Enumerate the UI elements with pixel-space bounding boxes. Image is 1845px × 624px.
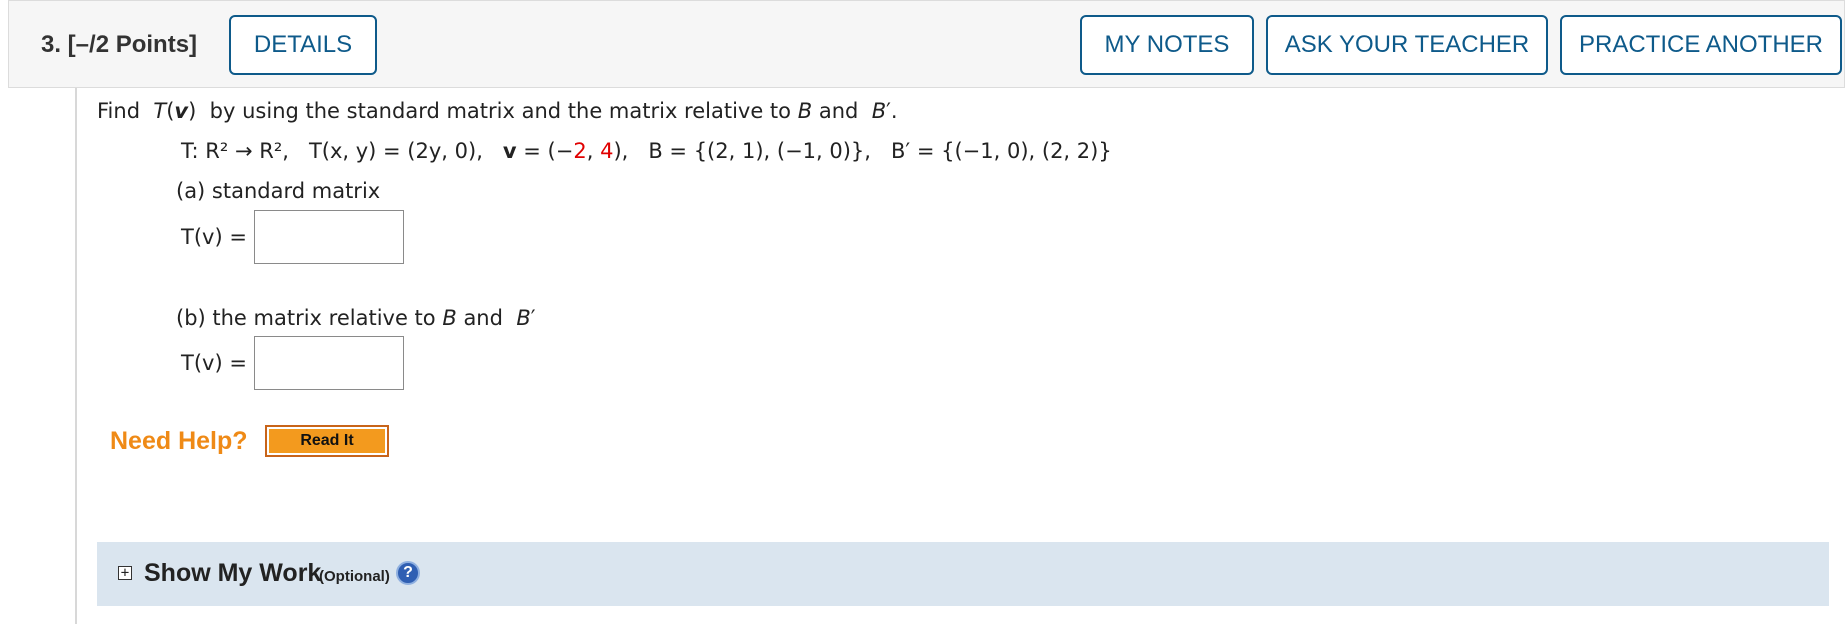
answer-b-input[interactable] [254,336,404,390]
answer-a-input[interactable] [254,210,404,264]
question-border [75,88,77,624]
part-b-and: and [463,306,503,330]
question-prompt: Find T(v) by using the standard matrix a… [97,99,898,123]
show-my-work-panel[interactable]: + Show My Work (Optional) ? [97,542,1829,606]
need-help-label: Need Help? [110,427,248,455]
plus-box-icon[interactable]: + [118,566,132,580]
question-number: 3. [–/2 Points] [41,31,198,58]
ask-your-teacher-button[interactable]: ASK YOUR TEACHER [1266,15,1548,75]
answer-b-label: T(v) = [181,351,247,375]
answer-a-label: T(v) = [181,225,247,249]
part-b-text: (b) the matrix relative to [176,306,436,330]
part-a-label: (a) standard matrix [176,179,381,203]
show-my-work-title[interactable]: Show My Work [144,559,321,588]
practice-another-button[interactable]: PRACTICE ANOTHER [1560,15,1842,75]
vector-open: = (− [516,139,574,163]
question-circle-icon[interactable]: ? [396,561,420,585]
part-b-label: (b) the matrix relative to B and B′ [176,306,536,330]
vector-sep: , [586,139,601,163]
read-it-label: Read It [269,429,385,453]
transformation-definition: T: R² → R², T(x, y) = (2y, 0), v = (−2, … [181,139,1112,163]
vector-y-value: 4 [600,139,614,163]
prompt-and: and [818,99,859,123]
math-suffix: ), B = {(2, 1), (−1, 0)}, B′ = {(−1, 0),… [613,139,1112,163]
details-button[interactable]: DETAILS [229,15,377,75]
my-notes-button[interactable]: MY NOTES [1080,15,1254,75]
vector-x-value: 2 [573,139,587,163]
read-it-button[interactable]: Read It [265,425,389,457]
math-prefix: T: R² → R², T(x, y) = (2y, 0), [181,139,503,163]
prompt-text: by using the standard matrix and the mat… [209,99,792,123]
optional-label: (Optional) [319,568,390,585]
